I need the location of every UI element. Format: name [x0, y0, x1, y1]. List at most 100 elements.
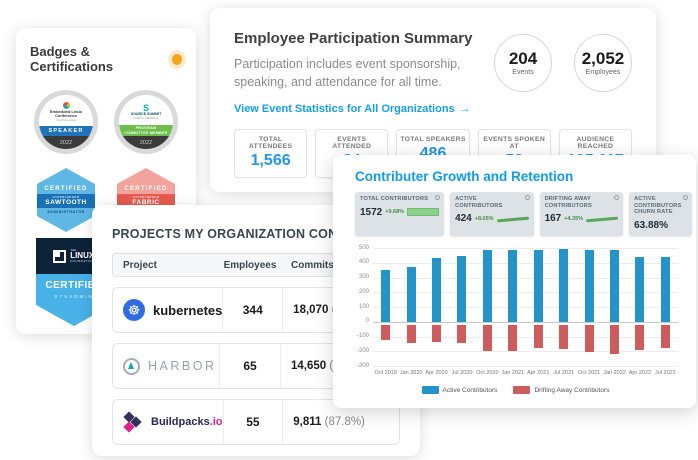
contributor-card-title: Contributer Growth and Retention: [355, 169, 686, 184]
bar-active-contributors: [661, 257, 670, 321]
legend-swatch: [422, 386, 439, 394]
link-label: View Event Statistics for All Organizati…: [234, 103, 455, 115]
stat-delta: +9.68%: [385, 209, 404, 215]
x-tick-label: Jul 2020: [449, 370, 474, 376]
stat-label: ACTIVE CONTRIBUTORS: [455, 196, 529, 209]
column-header-project: Project: [113, 260, 219, 271]
bar-drifting-away-contributors: [635, 325, 644, 350]
bar-active-contributors: [381, 270, 390, 322]
badge-role-label: ADMINISTRATOR: [47, 210, 85, 214]
summary-circle: 204Events: [494, 34, 552, 92]
stat-label: TOTAL SPEAKERS: [399, 136, 466, 143]
badge-cert-label: CERTIFIED: [124, 186, 167, 192]
bar-active-contributors: [457, 256, 466, 322]
view-event-statistics-link[interactable]: View Event Statistics for All Organizati…: [234, 103, 490, 115]
y-tick-label: 0: [345, 318, 369, 324]
x-tick-label: Oct 2020: [475, 370, 500, 376]
chart-legend: Active Contributors Drifting Away Contrib…: [345, 386, 686, 394]
buildpacks-logo-icon: [123, 411, 143, 433]
bar-drifting-away-contributors: [483, 325, 492, 352]
info-icon[interactable]: [525, 195, 530, 200]
y-tick-label: -100: [345, 333, 369, 339]
info-icon[interactable]: [435, 195, 440, 200]
y-tick-label: 200: [345, 289, 369, 295]
bar-drifting-away-contributors: [457, 325, 466, 343]
badge-sawtooth-administrator: CERTIFIED HYPERLEDGER SAWTOOTH ADMINISTR…: [37, 168, 95, 232]
x-tick-label: Apr 2021: [526, 370, 551, 376]
summary-circle: 2,052Employees: [574, 34, 632, 92]
x-tick-label: Oct 2019: [373, 370, 398, 376]
gridline: [373, 248, 678, 249]
badge-logo-line: NORTH AMERICA: [134, 117, 159, 120]
stat-label: AUDIENCE REACHED: [562, 136, 629, 150]
employee-card-title: Employee Participation Summary: [234, 30, 490, 47]
arrow-right-icon: →: [460, 103, 471, 115]
stat-label: EVENTS ATTENDED: [318, 136, 385, 150]
y-tick-label: 300: [345, 274, 369, 280]
commits-percent: (87.8%): [325, 416, 365, 428]
badge-name-label: SAWTOOTH: [37, 199, 95, 206]
legend-label: Active Contributors: [443, 387, 498, 394]
badges-card-title: Badges & Certifications: [30, 44, 162, 74]
employees-cell: 344: [222, 288, 283, 332]
info-icon[interactable]: [614, 195, 619, 200]
stat-value: 1572: [360, 207, 382, 218]
bar-drifting-away-contributors: [432, 325, 441, 342]
legend-item-drifting-away-contributors[interactable]: Drifting Away Contributors: [513, 386, 609, 394]
employee-card-subtitle: Participation includes event sponsorship…: [234, 55, 474, 91]
badge-brand-label: HYPERLEDGER: [37, 196, 95, 199]
x-tick-label: Oct 2021: [576, 370, 601, 376]
project-cell: HARBOR: [113, 358, 219, 375]
x-tick-label: Jan 2020: [398, 370, 423, 376]
x-tick-label: Jul 2022: [653, 370, 678, 376]
contributor-stats-row: TOTAL CONTRIBUTORS1572+9.68% ACTIVE CONTR…: [355, 192, 684, 236]
commits-cell: 9,811 (87.8%): [283, 416, 399, 428]
y-tick-label: -200: [345, 348, 369, 354]
stat-value-row: 167+4.35%: [545, 213, 619, 224]
y-tick-label: 500: [345, 245, 369, 251]
sparkline: [407, 208, 439, 216]
badge-year-label: 2022: [119, 136, 173, 149]
elc-logo-icon: [63, 102, 70, 109]
project-name-suffix: .io: [210, 416, 223, 428]
harbor-logo-icon: [123, 358, 140, 375]
badge-band-label: SPEAKER: [39, 126, 93, 136]
badge-cert-label: CERTIFIED: [44, 186, 87, 192]
legend-item-active-contributors[interactable]: Active Contributors: [422, 386, 498, 394]
project-cell: Buildpacks.io: [113, 411, 223, 433]
commits-value: 14,650: [291, 360, 326, 372]
badge-elc-speaker: Embedded Linux Conference North America …: [34, 90, 98, 154]
stat-label: DRIFTING AWAY CONTRIBUTORS: [545, 196, 619, 209]
y-tick-label: 100: [345, 304, 369, 310]
contributor-chart: 5004003002001000-100-200-300 Oct 2019Jan…: [345, 244, 686, 406]
bar-active-contributors: [534, 250, 543, 322]
circle-label: Events: [512, 69, 533, 76]
badge-role-label: SYSADMIN: [54, 294, 94, 299]
employee-stat-box: TOTAL ATTENDEES1,566: [234, 129, 307, 178]
bar-active-contributors: [559, 249, 568, 322]
badge-elc-logo: Embedded Linux Conference North America: [39, 95, 93, 126]
badge-oss-logo: S SOURCE SUMMIT NORTH AMERICA: [119, 95, 173, 125]
info-icon[interactable]: [683, 195, 688, 200]
bar-drifting-away-contributors: [381, 325, 390, 340]
badge-year-label: 2022: [39, 136, 93, 149]
stat-value-row: 424+8.05%: [455, 213, 529, 224]
gridline: [373, 337, 678, 338]
contributor-stat-box: TOTAL CONTRIBUTORS1572+9.68%: [355, 192, 444, 236]
commits-value: 9,811: [293, 416, 321, 428]
x-tick-label: Jan 2022: [602, 370, 627, 376]
stat-label: ACTIVE CONTRIBUTORS CHURN RATE: [634, 196, 687, 216]
bar-active-contributors: [432, 258, 441, 321]
circle-label: Employees: [586, 69, 621, 76]
chart-plot-area: [373, 248, 678, 366]
status-dot-icon: [172, 54, 182, 65]
project-name: Buildpacks.io: [151, 416, 223, 428]
project-name: kubernetes: [153, 303, 222, 318]
badges-card-header: Badges & Certifications: [30, 44, 182, 74]
bar-drifting-away-contributors: [585, 325, 594, 352]
x-tick-label: Jan 2021: [500, 370, 525, 376]
stat-label: TOTAL ATTENDEES: [237, 136, 304, 150]
stat-label: EVENTS SPOKEN AT: [481, 136, 548, 150]
project-name: HARBOR: [148, 359, 216, 373]
circle-value: 204: [509, 50, 537, 69]
